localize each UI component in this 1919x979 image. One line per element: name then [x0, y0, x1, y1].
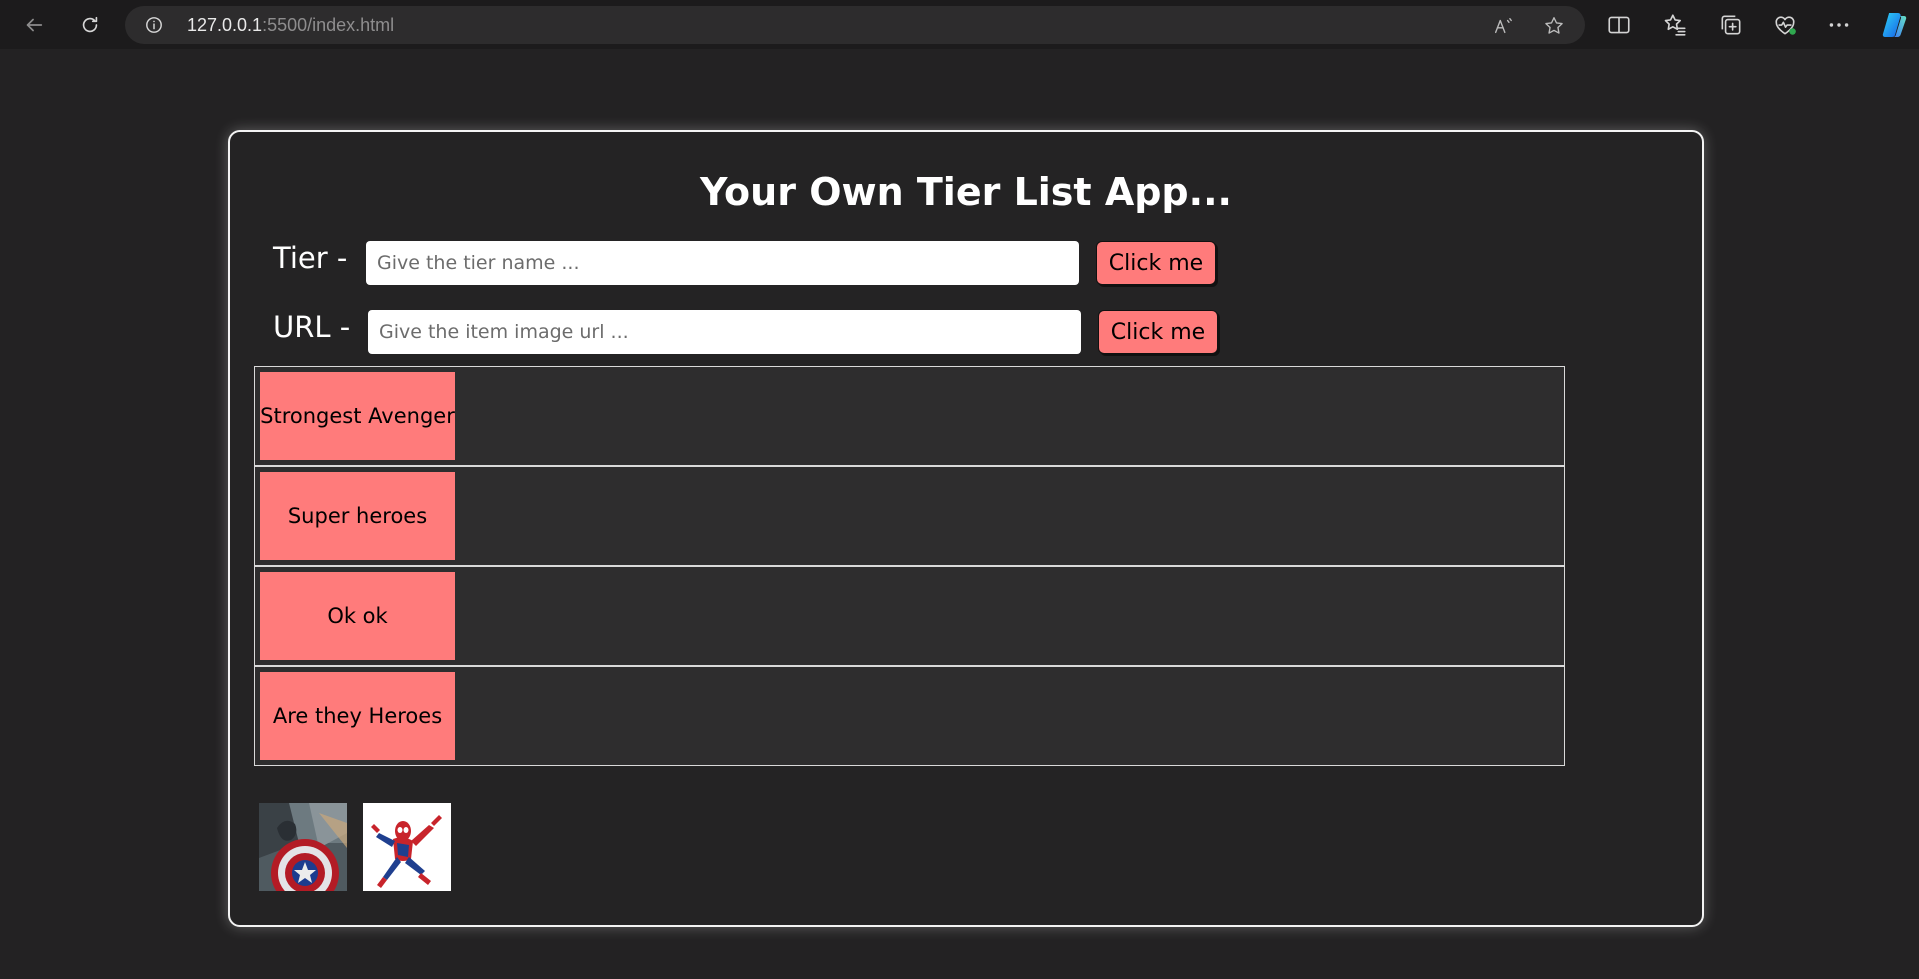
tier-row-label: Strongest Avenger — [260, 372, 455, 460]
refresh-icon[interactable] — [74, 9, 106, 41]
add-tier-button[interactable]: Click me — [1096, 241, 1216, 285]
tier-row-label: Ok ok — [260, 572, 455, 660]
tier-drop-zone[interactable] — [460, 467, 1564, 565]
read-aloud-icon[interactable] — [1492, 15, 1514, 37]
page-title: Your Own Tier List App... — [700, 170, 1232, 214]
collections-icon[interactable] — [1718, 12, 1744, 38]
tier-drop-zone[interactable] — [460, 667, 1564, 765]
tier-list: Strongest Avenger Super heroes Ok ok Are… — [254, 366, 1565, 766]
info-icon[interactable] — [145, 16, 163, 34]
item-url-input[interactable] — [368, 310, 1081, 354]
browser-toolbar: 127.0.0.1:5500/index.html — [0, 0, 1919, 49]
split-screen-icon[interactable] — [1606, 12, 1632, 38]
copilot-icon[interactable] — [1880, 10, 1910, 40]
tier-row-label: Super heroes — [260, 472, 455, 560]
tier-label: Tier - — [273, 241, 348, 275]
address-bar[interactable]: 127.0.0.1:5500/index.html — [125, 6, 1585, 44]
add-item-button[interactable]: Click me — [1098, 310, 1218, 354]
tier-row[interactable]: Super heroes — [254, 466, 1565, 566]
tier-row-label: Are they Heroes — [260, 672, 455, 760]
url-host: 127.0.0.1 — [187, 15, 263, 35]
item-pool — [259, 803, 451, 891]
spider-man-image[interactable] — [363, 803, 451, 891]
favorites-list-icon[interactable] — [1662, 12, 1688, 38]
tier-row[interactable]: Strongest Avenger — [254, 366, 1565, 466]
captain-america-shield-image[interactable] — [259, 803, 347, 891]
tier-row[interactable]: Ok ok — [254, 566, 1565, 666]
tier-drop-zone[interactable] — [460, 367, 1564, 465]
tier-name-input[interactable] — [366, 241, 1079, 285]
back-arrow-icon[interactable] — [18, 9, 50, 41]
url-text[interactable]: 127.0.0.1:5500/index.html — [187, 15, 394, 36]
browser-essentials-icon[interactable] — [1772, 12, 1798, 38]
page-viewport: Your Own Tier List App... Tier - Click m… — [6, 49, 1913, 979]
url-path: :5500/index.html — [262, 15, 395, 35]
tier-drop-zone[interactable] — [460, 567, 1564, 665]
favorite-star-icon[interactable] — [1543, 15, 1565, 37]
tier-row[interactable]: Are they Heroes — [254, 666, 1565, 766]
url-label: URL - — [273, 310, 351, 344]
tier-list-app-card: Your Own Tier List App... Tier - Click m… — [228, 130, 1704, 927]
more-options-icon[interactable] — [1826, 12, 1852, 38]
